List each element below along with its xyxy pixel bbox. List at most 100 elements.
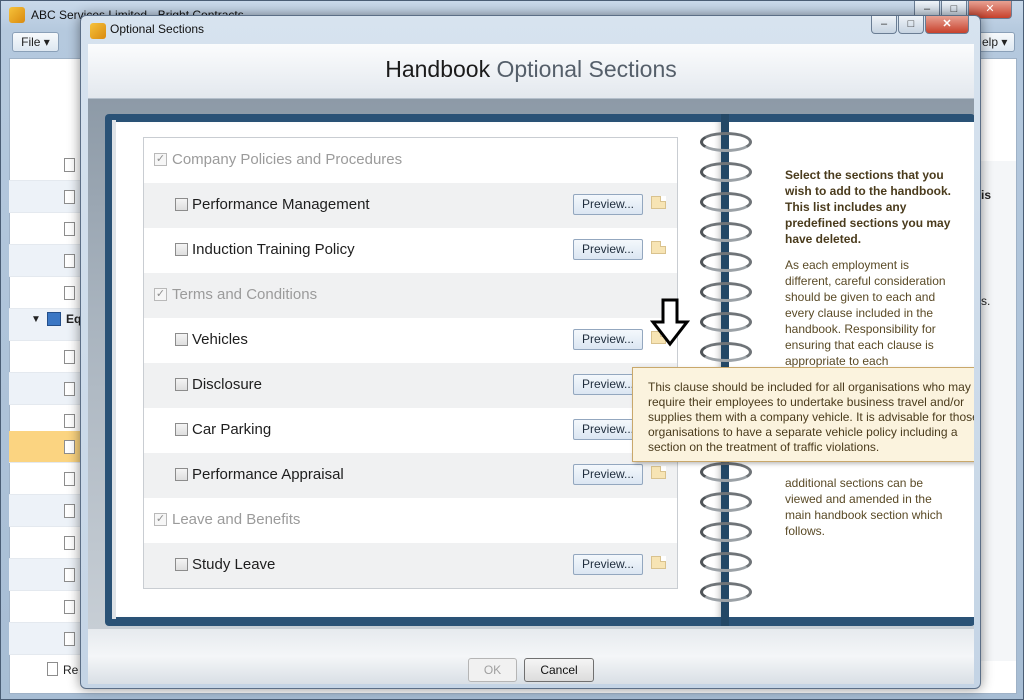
- section-group-row: ✓ Terms and Conditions: [144, 273, 677, 318]
- document-icon: [64, 504, 75, 518]
- section-checkbox[interactable]: [175, 198, 188, 211]
- tooltip-text: This clause should be included for all o…: [648, 380, 974, 454]
- spiral-ring: [700, 162, 752, 182]
- tree-row[interactable]: [9, 559, 84, 591]
- app-logo-icon: [90, 23, 106, 39]
- spiral-ring: [700, 342, 752, 362]
- instructions-heading: Select the sections that you wish to add…: [785, 168, 951, 246]
- dialog-close-button[interactable]: ✕: [925, 16, 969, 34]
- title-strong: Handbook: [385, 56, 491, 82]
- section-checkbox[interactable]: [175, 423, 188, 436]
- document-icon: [64, 286, 75, 300]
- page-title: Handbook Optional Sections: [88, 56, 974, 83]
- document-icon: [64, 222, 75, 236]
- tree-row[interactable]: [9, 181, 84, 213]
- spiral-ring: [700, 252, 752, 272]
- section-row: Vehicles Preview...: [144, 318, 677, 363]
- preview-button[interactable]: Preview...: [573, 194, 643, 215]
- dialog-title: Optional Sections: [110, 22, 205, 36]
- document-icon: [64, 600, 75, 614]
- group-label: Terms and Conditions: [172, 286, 318, 303]
- document-icon: [64, 440, 75, 454]
- spiral-ring: [700, 312, 752, 332]
- document-icon: [64, 254, 75, 268]
- section-checkbox[interactable]: [175, 378, 188, 391]
- help-menu-button[interactable]: elp ▾: [975, 32, 1015, 52]
- preview-button[interactable]: Preview...: [573, 464, 643, 485]
- section-group-row: ✓ Leave and Benefits: [144, 498, 677, 543]
- dialog-maximize-button[interactable]: □: [898, 16, 924, 34]
- tree-row[interactable]: [9, 341, 84, 373]
- document-icon: [64, 158, 75, 172]
- arrow-down-cursor-icon: [650, 298, 690, 347]
- tree-row[interactable]: [9, 527, 84, 559]
- tree-row[interactable]: [9, 149, 84, 181]
- document-icon: [64, 472, 75, 486]
- note-icon[interactable]: [651, 466, 666, 479]
- section-checkbox[interactable]: [175, 243, 188, 256]
- document-icon: [64, 536, 75, 550]
- section-checkbox[interactable]: [175, 558, 188, 571]
- group-label: Company Policies and Procedures: [172, 151, 403, 168]
- tree-row[interactable]: [9, 463, 84, 495]
- spiral-ring: [700, 522, 752, 542]
- tree-row[interactable]: [9, 373, 84, 405]
- section-label[interactable]: Vehicles: [192, 331, 248, 348]
- tree-row[interactable]: [9, 213, 84, 245]
- right-panel-strip: [976, 161, 1016, 661]
- preview-button[interactable]: Preview...: [573, 554, 643, 575]
- cancel-button[interactable]: Cancel: [524, 658, 594, 682]
- dialog-minimize-button[interactable]: –: [871, 16, 897, 34]
- ok-button[interactable]: OK: [468, 658, 517, 682]
- preview-button[interactable]: Preview...: [573, 239, 643, 260]
- section-row: Disclosure Preview...: [144, 363, 677, 408]
- file-menu-button[interactable]: File ▾: [12, 32, 59, 52]
- title-light: Optional Sections: [490, 56, 677, 82]
- group-label: Leave and Benefits: [172, 511, 301, 528]
- tree-row[interactable]: [9, 245, 84, 277]
- section-checkbox[interactable]: [175, 468, 188, 481]
- section-list: ✓ Company Policies and Procedures Perfor…: [143, 137, 678, 589]
- spiral-ring: [700, 282, 752, 302]
- section-group-row: ✓ Company Policies and Procedures: [144, 138, 677, 183]
- tree-item-label[interactable]: Re: [63, 663, 78, 677]
- vehicles-tooltip: This clause should be included for all o…: [632, 367, 974, 462]
- section-label[interactable]: Performance Management: [192, 196, 370, 213]
- section-label[interactable]: Car Parking: [192, 421, 271, 438]
- spiral-ring: [700, 582, 752, 602]
- section-label[interactable]: Study Leave: [192, 556, 275, 573]
- section-row: Performance Management Preview...: [144, 183, 677, 228]
- group-checkbox: ✓: [154, 288, 167, 301]
- spiral-ring: [700, 222, 752, 242]
- group-checkbox: ✓: [154, 153, 167, 166]
- instructions-panel: Select the sections that you wish to add…: [785, 167, 955, 385]
- section-row: Study Leave Preview...: [144, 543, 677, 588]
- section-label[interactable]: Induction Training Policy: [192, 241, 355, 258]
- tree-expand-arrow-icon[interactable]: ▼: [31, 314, 41, 325]
- tree-row[interactable]: [9, 277, 84, 309]
- tree-row[interactable]: [9, 623, 84, 655]
- section-checkbox[interactable]: [175, 333, 188, 346]
- spiral-ring: [700, 552, 752, 572]
- document-icon: [64, 190, 75, 204]
- header-band: Handbook Optional Sections: [88, 44, 974, 99]
- note-icon[interactable]: [651, 196, 666, 209]
- tree-row-selected[interactable]: [9, 431, 84, 463]
- dialog-content: Handbook Optional Sections ✓ Company Pol…: [88, 44, 974, 684]
- group-checkbox: ✓: [154, 513, 167, 526]
- tree-row[interactable]: [9, 591, 84, 623]
- document-icon: [64, 568, 75, 582]
- preview-button[interactable]: Preview...: [573, 329, 643, 350]
- spiral-ring: [700, 492, 752, 512]
- instructions-tail: additional sections can be viewed and am…: [785, 476, 943, 538]
- document-icon: [64, 414, 75, 428]
- spiral-ring: [700, 462, 752, 482]
- note-icon[interactable]: [651, 241, 666, 254]
- section-row: Performance Appraisal Preview...: [144, 453, 677, 498]
- tree-row[interactable]: [9, 495, 84, 527]
- section-label[interactable]: Performance Appraisal: [192, 466, 344, 483]
- optional-sections-dialog: Optional Sections – □ ✕ Handbook Optiona…: [80, 15, 981, 689]
- note-icon[interactable]: [651, 556, 666, 569]
- spiral-ring: [700, 192, 752, 212]
- section-label[interactable]: Disclosure: [192, 376, 262, 393]
